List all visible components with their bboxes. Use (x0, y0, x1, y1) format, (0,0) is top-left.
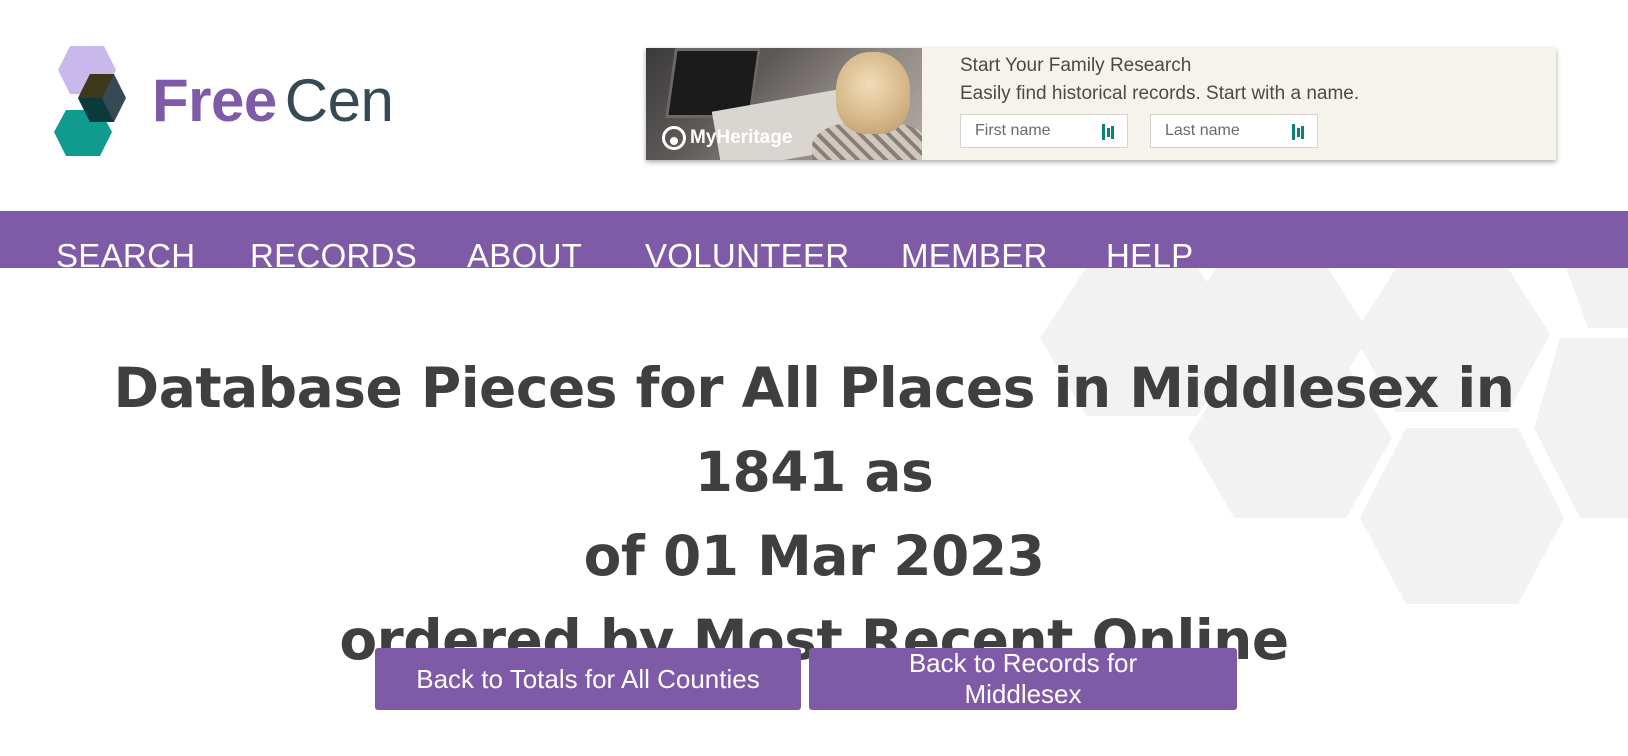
ad-content: Start Your Family Research Easily find h… (922, 48, 1556, 160)
site-header: Free Cen MyHeritage Start Your Family Res… (0, 0, 1628, 211)
logo-wordmark: Free Cen (152, 71, 394, 131)
nav-item-help[interactable]: HELP (1106, 237, 1193, 268)
ad-title: Start Your Family Research (960, 55, 1192, 76)
ad-search-fields (960, 114, 1556, 148)
person-head-graphic (836, 52, 910, 134)
main-nav: SEARCH RECORDS ABOUT VOLUNTEER MEMBER HE… (0, 211, 1628, 268)
first-name-input[interactable] (961, 115, 1091, 147)
back-to-totals-button[interactable]: Back to Totals for All Counties (375, 648, 801, 710)
hexagon-logo-icon (54, 46, 126, 156)
back-to-records-button[interactable]: Back to Records for Middlesex (809, 648, 1237, 710)
myheritage-logo-icon (662, 126, 686, 150)
logo-free-text: Free (152, 67, 277, 134)
logo-cen-text: Cen (284, 67, 394, 134)
last-name-field-wrapper (1150, 114, 1318, 148)
nav-item-member[interactable]: MEMBER (901, 237, 1048, 268)
myheritage-small-icon (1102, 124, 1114, 140)
freecen-logo[interactable]: Free Cen (54, 46, 394, 156)
ad-photo[interactable]: MyHeritage (646, 48, 922, 160)
myheritage-small-icon (1292, 124, 1304, 140)
nav-item-search[interactable]: SEARCH (56, 237, 195, 268)
action-buttons: Back to Totals for All Counties Back to … (375, 648, 1237, 710)
page-title-line-1: Database Pieces for All Places in Middle… (113, 356, 1515, 504)
nav-item-records[interactable]: RECORDS (250, 237, 417, 268)
ad-brand-text: MyHeritage (690, 127, 793, 148)
myheritage-logo: MyHeritage (662, 126, 792, 150)
ad-subtitle: Easily find historical records. Start wi… (960, 83, 1360, 104)
myheritage-ad-banner[interactable]: MyHeritage Start Your Family Research Ea… (646, 48, 1556, 160)
nav-item-about[interactable]: ABOUT (467, 237, 582, 268)
first-name-field-wrapper (960, 114, 1128, 148)
page-title: Database Pieces for All Places in Middle… (40, 346, 1588, 682)
last-name-input[interactable] (1151, 115, 1281, 147)
page-title-line-2: of 01 Mar 2023 (583, 524, 1045, 588)
nav-item-volunteer[interactable]: VOLUNTEER (645, 237, 849, 268)
